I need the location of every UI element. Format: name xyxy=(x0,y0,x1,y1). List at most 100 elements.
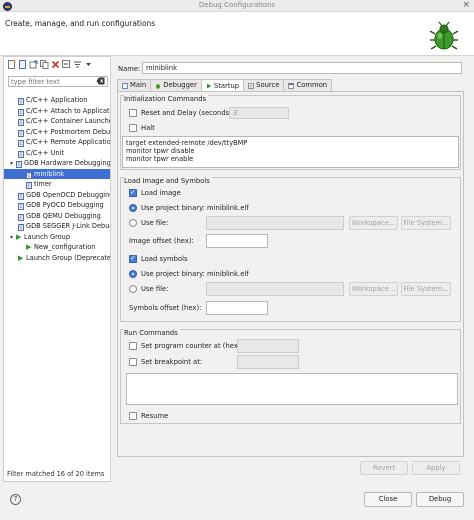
help-icon[interactable]: ? xyxy=(10,494,21,505)
symbols-offset-label: Symbols offset (hex): xyxy=(129,304,202,312)
set-pc-checkbox[interactable] xyxy=(129,342,137,350)
debug-bug-icon xyxy=(429,21,459,50)
run-commands-textarea[interactable] xyxy=(126,373,458,405)
tab-source[interactable]: Source xyxy=(243,79,285,91)
source-tab-icon xyxy=(248,82,255,89)
tree-item-cpp-attach[interactable]: CC/C++ Attach to Application xyxy=(4,106,110,117)
common-tab-icon xyxy=(288,82,295,89)
run-commands-group: Run Commands Set program counter at (hex… xyxy=(120,329,461,424)
filter-icon[interactable] xyxy=(73,60,82,69)
tab-debugger[interactable]: Debugger xyxy=(150,79,202,91)
launch-group-icon: ▶ xyxy=(16,232,22,241)
configuration-tree-pane: CC/C++ Application CC/C++ Attach to Appl… xyxy=(3,56,111,482)
c-config-icon: C xyxy=(18,192,24,200)
tree-item-launch-group[interactable]: ▾ ▶ Launch Group xyxy=(4,232,110,243)
filter-input[interactable] xyxy=(9,77,93,86)
image-filesystem-button[interactable]: File System... xyxy=(401,216,451,230)
tree-item-timer[interactable]: Ctimer xyxy=(4,179,110,190)
load-symbols-label: Load symbols xyxy=(141,255,188,263)
tree-item-gdb-hardware[interactable]: ▾ C GDB Hardware Debugging xyxy=(4,158,110,169)
run-commands-title: Run Commands xyxy=(124,329,180,337)
symbols-workspace-button[interactable]: Workspace... xyxy=(349,282,398,296)
image-offset-input[interactable] xyxy=(206,234,268,248)
halt-label: Halt xyxy=(141,124,155,132)
dialog-header: Create, manage, and run configurations xyxy=(0,12,474,56)
c-config-icon: C xyxy=(26,182,32,189)
new-prototype-icon[interactable] xyxy=(18,59,27,69)
duplicate-icon[interactable] xyxy=(40,59,49,69)
halt-checkbox[interactable] xyxy=(129,124,137,132)
c-config-icon: C xyxy=(18,203,24,210)
load-image-label: Load image xyxy=(141,189,181,197)
window-close-button[interactable]: × xyxy=(462,0,470,10)
view-menu-chevron-down-icon[interactable] xyxy=(84,60,93,69)
c-config-icon: C xyxy=(18,108,24,116)
symbols-file-input[interactable] xyxy=(206,282,344,296)
startup-tab-icon xyxy=(206,83,212,89)
image-use-file-radio[interactable] xyxy=(129,219,137,227)
header-title: Create, manage, and run configurations xyxy=(5,19,156,28)
tree-item-gdb-segger[interactable]: CGDB SEGGER J-Link Debugging xyxy=(4,221,110,232)
c-config-icon: C xyxy=(18,98,24,105)
debug-button[interactable]: Debug xyxy=(416,492,464,507)
symbols-project-binary-value: miniblink.elf xyxy=(207,270,249,278)
load-image-symbols-group: Load Image and Symbols Load image Use pr… xyxy=(120,177,461,322)
image-use-project-binary-radio[interactable] xyxy=(129,204,137,212)
tree-toolbar xyxy=(7,57,93,71)
revert-button[interactable]: Revert xyxy=(360,461,408,475)
filter-field[interactable] xyxy=(8,76,108,87)
init-commands-textarea[interactable]: target extended-remote /dev/ttyBMP monit… xyxy=(122,136,459,168)
name-input[interactable]: miniblink xyxy=(142,62,462,74)
tree-item-gdb-pyocd[interactable]: C GDB PyOCD Debugging xyxy=(4,200,110,211)
tab-main[interactable]: Main xyxy=(117,79,152,91)
set-breakpoint-input[interactable] xyxy=(237,355,299,369)
tree-item-cpp-container[interactable]: C C/C++ Container Launcher xyxy=(4,116,110,127)
set-breakpoint-checkbox[interactable] xyxy=(129,358,137,366)
tree-item-new-configuration[interactable]: ▶ New_configuration xyxy=(4,242,110,253)
init-commands-title: Initialization Commands xyxy=(124,95,209,103)
launch-group-icon: ▶ xyxy=(18,253,24,262)
image-use-file-label: Use file: xyxy=(141,219,169,227)
export-icon[interactable] xyxy=(29,60,38,69)
tree-item-cpp-remote[interactable]: C C/C++ Remote Application xyxy=(4,137,110,148)
collapse-all-icon[interactable] xyxy=(62,59,71,69)
clear-filter-icon[interactable] xyxy=(96,77,105,87)
c-config-icon: C xyxy=(18,150,24,158)
tree-item-gdb-qemu[interactable]: C GDB QEMU Debugging xyxy=(4,211,110,222)
name-label: Name: xyxy=(118,65,141,73)
tree-item-cpp-unit[interactable]: C C/C++ Unit xyxy=(4,148,110,159)
reset-delay-label: Reset and Delay (seconds): xyxy=(141,109,235,117)
reset-delay-input[interactable]: 3 xyxy=(229,107,289,119)
tree-item-gdb-openocd[interactable]: C GDB OpenOCD Debugging xyxy=(4,190,110,201)
tree-item-launch-group-deprecated[interactable]: ▶ Launch Group (Deprecated) xyxy=(4,253,110,264)
configuration-tree: C C/C++ Application C C/C++ Attach to Appl… xyxy=(4,95,110,263)
symbols-use-project-binary-radio[interactable] xyxy=(129,270,137,278)
tree-item-miniblink[interactable]: Cminiblink xyxy=(4,168,110,179)
symbols-use-file-label: Use file: xyxy=(141,285,169,293)
close-button[interactable]: Close xyxy=(364,492,412,507)
set-pc-input[interactable] xyxy=(237,339,299,353)
tab-common[interactable]: Common xyxy=(283,79,333,91)
apply-button[interactable]: Apply xyxy=(412,461,460,475)
symbols-filesystem-button[interactable]: File System... xyxy=(401,282,451,296)
reset-delay-checkbox[interactable] xyxy=(129,109,137,117)
image-file-input[interactable] xyxy=(206,216,344,230)
dialog-button-bar: ? Close Debug xyxy=(0,482,474,520)
launch-group-icon: ▶ xyxy=(26,243,32,251)
delete-icon[interactable] xyxy=(51,60,60,69)
c-config-icon: C xyxy=(18,129,24,137)
set-breakpoint-label: Set breakpoint at: xyxy=(141,358,203,366)
c-config-icon: C xyxy=(18,213,24,221)
filter-status-text: Filter matched 16 of 20 items xyxy=(7,470,105,478)
startup-tab-body: Initialization Commands Reset and Delay … xyxy=(117,91,464,457)
symbols-offset-input[interactable] xyxy=(206,301,268,315)
image-workspace-button[interactable]: Workspace... xyxy=(349,216,398,230)
tree-item-cpp-application[interactable]: C C/C++ Application xyxy=(4,95,110,106)
load-symbols-checkbox[interactable] xyxy=(129,254,137,263)
tree-item-cpp-postmortem[interactable]: CC/C++ Postmortem Debugger xyxy=(4,127,110,138)
resume-checkbox[interactable] xyxy=(129,412,137,420)
symbols-use-file-radio[interactable] xyxy=(129,285,137,293)
load-image-checkbox[interactable] xyxy=(129,188,137,197)
new-config-icon[interactable] xyxy=(7,59,16,69)
main-tab-icon xyxy=(122,82,128,89)
